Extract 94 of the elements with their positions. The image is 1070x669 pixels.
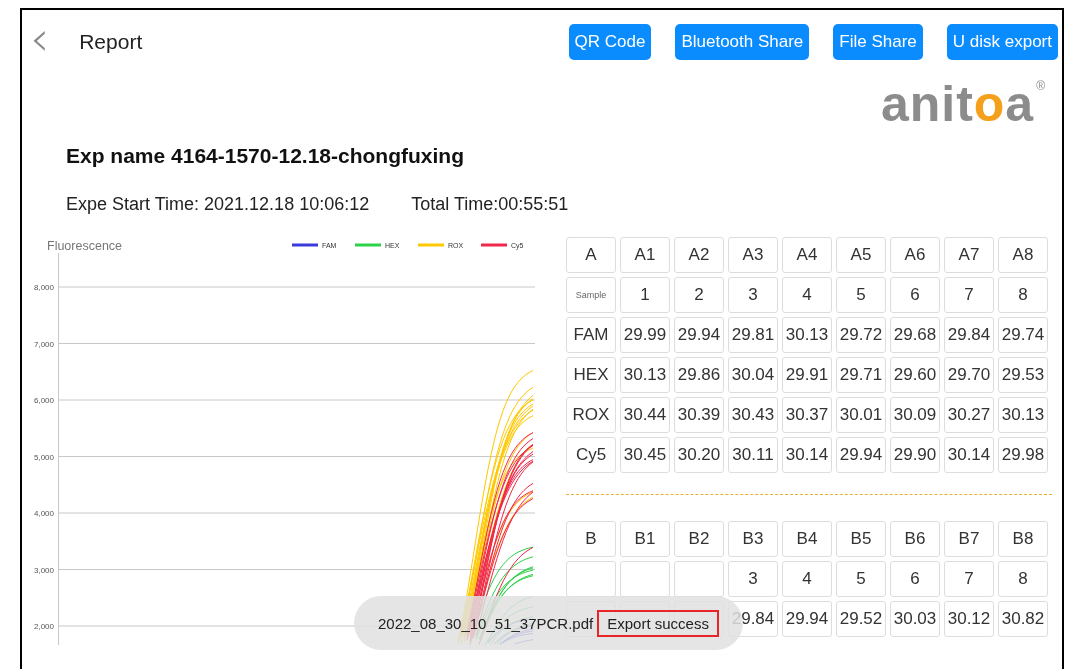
table-cell: 7 [944,561,994,597]
table-cell: A5 [836,237,886,273]
table-cell: 30.27 [944,397,994,433]
table-cell: 30.13 [998,397,1048,433]
table-cell: 30.01 [836,397,886,433]
tick-label: 4,000 [33,509,54,518]
table-cell: A6 [890,237,940,273]
table-cell: 5 [836,561,886,597]
tick-label: 2,000 [33,622,54,631]
table-cell: 30.14 [944,437,994,473]
table-cell: 30.11 [728,437,778,473]
toast-file: 2022_08_30_10_51_37PCR.pdf [378,614,594,632]
start-time: Expe Start Time: 2021.12.18 10:06:12 [66,194,370,215]
table-cell: 6 [890,277,940,313]
table-cell: B2 [674,521,724,557]
tick-label: 6,000 [33,396,54,405]
tick-label: 8,000 [33,283,54,292]
total-time: Total Time:00:55:51 [411,194,569,215]
table-cell: A2 [674,237,724,273]
table-cell: 30.04 [728,357,778,393]
table-cell: HEX [566,357,616,393]
action-button[interactable]: QR Code [568,24,652,60]
table-cell: 29.68 [890,317,940,353]
table-cell: 2 [674,277,724,313]
table-cell: 29.52 [836,601,886,637]
table-cell: 1 [620,277,670,313]
table-cell: 30.44 [620,397,670,433]
table-cell: 29.94 [836,437,886,473]
table-cell: 29.99 [620,317,670,353]
table-cell: 4 [782,561,832,597]
table-cell: B6 [890,521,940,557]
table-cell: 29.91 [782,357,832,393]
tick-label: 7,000 [33,339,54,349]
action-button[interactable]: Bluetooth Share [675,24,810,60]
table-cell: B5 [836,521,886,557]
table-cell: 30.20 [674,437,724,473]
table-cell: 29.60 [890,357,940,393]
table-cell: 30.43 [728,397,778,433]
table-cell: 29.81 [728,317,778,353]
table-cell: 7 [944,277,994,313]
table-cell: A8 [998,237,1048,273]
table-cell: 29.94 [782,601,832,637]
table-cell: 3 [728,561,778,597]
table-cell: 30.45 [620,437,670,473]
action-button[interactable]: U disk export [946,24,1058,60]
table-cell: Cy5 [566,437,616,473]
table-cell: 3 [728,277,778,313]
table-cell: ROX [566,397,616,433]
tick-label: 3,000 [33,565,54,575]
table-cell: 6 [890,561,940,597]
table-cell: A7 [944,237,994,273]
axis-label: Fluorescence [47,239,123,253]
table-cell: A1 [620,237,670,273]
table-cell: B4 [782,521,832,557]
table-cell: B1 [620,521,670,557]
table-cell: 8 [998,277,1048,313]
table-cell: 5 [836,277,886,313]
table-cell: 30.13 [620,357,670,393]
action-button[interactable]: File Share [833,24,923,60]
table-cell: 29.98 [998,437,1048,473]
table-cell: 30.12 [944,601,994,637]
tick-label: 5,000 [33,452,54,462]
logo: anitoa$^{®}$ [880,75,1046,134]
back-icon[interactable]: ‹ [30,14,50,62]
table-cell: Sample [566,277,616,313]
table-cell: 29.72 [836,317,886,353]
table-cell: 4 [782,277,832,313]
table-cell: 29.70 [944,357,994,393]
table-cell: 29.84 [944,317,994,353]
table-cell: 30.14 [782,437,832,473]
experiment-name: Exp name 4164-1570-12.18-chongfuxing [66,144,465,168]
table-cell: 30.03 [890,601,940,637]
table-cell: 29.53 [998,357,1048,393]
table-cell: A4 [782,237,832,273]
page-title: Report [79,30,143,54]
table-cell: 29.90 [890,437,940,473]
table-cell: 30.37 [782,397,832,433]
table-cell: B7 [944,521,994,557]
table-cell: A3 [728,237,778,273]
table-cell: B3 [728,521,778,557]
table-cell: B [566,521,616,557]
table-cell: 30.82 [998,601,1048,637]
toast-message: Export success [597,609,719,637]
table-cell: 29.94 [674,317,724,353]
table-cell: 29.86 [674,357,724,393]
table-cell: FAM [566,317,616,353]
table-cell: 30.39 [674,397,724,433]
table-cell: 29.71 [836,357,886,393]
table-cell: B8 [998,521,1048,557]
table-cell: 30.13 [782,317,832,353]
table-cell: A [566,237,616,273]
table-cell: 29.74 [998,317,1048,353]
table-cell: 8 [998,561,1048,597]
table-cell: 30.09 [890,397,940,433]
